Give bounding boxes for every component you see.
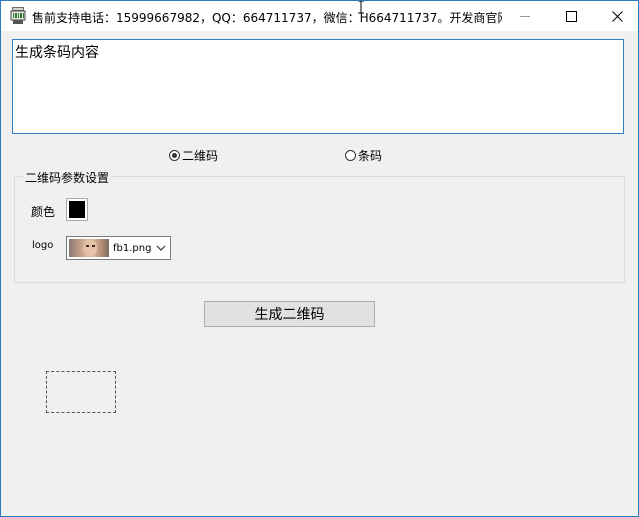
color-label: 颜色 (31, 205, 56, 219)
window-title: 售前支持电话：15999667982，QQ：664711737，微信：H6647… (32, 11, 502, 25)
barcode-content-input[interactable]: 生成条码内容 (12, 39, 624, 134)
qr-settings-group-title: 二维码参数设置 (23, 169, 112, 186)
text-cursor-icon (358, 1, 364, 14)
qrcode-preview-area (46, 371, 116, 413)
app-window: 售前支持电话：15999667982，QQ：664711737，微信：H6647… (0, 0, 639, 517)
title-bar[interactable]: 售前支持电话：15999667982，QQ：664711737，微信：H6647… (1, 1, 638, 31)
close-button[interactable] (594, 1, 638, 31)
logo-thumbnail-image (69, 239, 109, 257)
color-picker-swatch[interactable] (66, 198, 88, 221)
color-swatch-fill (69, 201, 85, 218)
radio-barcode[interactable]: 条码 (345, 147, 382, 164)
radio-qrcode-indicator[interactable] (169, 150, 180, 161)
close-icon (611, 10, 623, 22)
minimize-button[interactable] (502, 1, 548, 31)
maximize-button[interactable] (548, 1, 594, 31)
radio-barcode-indicator[interactable] (345, 150, 356, 161)
radio-qrcode[interactable]: 二维码 (169, 147, 218, 164)
app-barcode-icon (10, 7, 26, 24)
logo-label: logo (32, 240, 54, 251)
logo-filename: fb1.png (113, 242, 152, 254)
minimize-icon (520, 15, 530, 17)
generate-qrcode-button[interactable]: 生成二维码 (204, 301, 375, 327)
radio-barcode-label: 条码 (358, 149, 383, 163)
logo-dropdown[interactable]: fb1.png (66, 236, 171, 260)
qr-settings-group (14, 176, 625, 283)
radio-qrcode-label: 二维码 (182, 149, 219, 163)
maximize-icon (565, 10, 577, 22)
chevron-down-icon (156, 245, 166, 251)
